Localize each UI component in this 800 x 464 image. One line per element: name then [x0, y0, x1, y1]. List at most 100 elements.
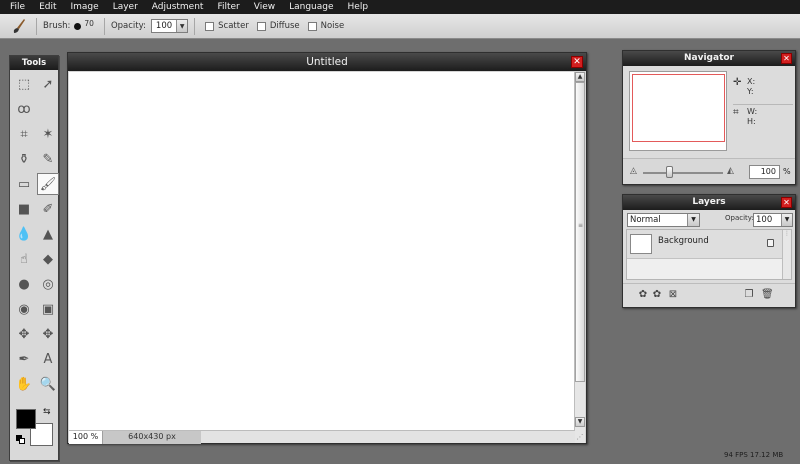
navigator-divider — [733, 104, 793, 105]
blend-mode-value[interactable]: Normal — [628, 215, 661, 225]
red-eye-icon[interactable]: ◉ — [13, 298, 35, 320]
move-tool-icon[interactable]: ➚ — [37, 73, 59, 95]
current-tool-brush-icon[interactable] — [8, 17, 30, 35]
zoom-slider-track[interactable] — [643, 172, 723, 174]
noise-label: Noise — [320, 21, 345, 31]
menu-help[interactable]: Help — [341, 0, 376, 14]
lock-icon — [767, 239, 774, 247]
new-layer-icon[interactable]: ❐ — [743, 289, 755, 301]
rectangle-shape-icon[interactable]: ■ — [13, 198, 35, 220]
navigator-thumbnail[interactable] — [629, 71, 727, 151]
brush-size-value: 70 — [84, 18, 94, 28]
smudge-icon[interactable]: ☝ — [13, 248, 35, 270]
menu-image[interactable]: Image — [64, 0, 106, 14]
menu-view[interactable]: View — [247, 0, 282, 14]
navigator-title: Navigator — [684, 53, 734, 63]
scatter-checkbox[interactable]: Scatter — [205, 21, 249, 31]
layer-styles-icon[interactable]: ✿ — [637, 289, 649, 301]
blur-drop-icon[interactable]: 💧 — [13, 223, 35, 245]
chevron-down-icon[interactable]: ▼ — [687, 214, 699, 226]
opacity-dropdown[interactable]: 100 ▼ — [150, 19, 189, 33]
layers-title: Layers — [692, 197, 726, 207]
layers-title-bar[interactable]: Layers ✕ — [623, 195, 795, 210]
menu-bar: File Edit Image Layer Adjustment Filter … — [0, 0, 800, 14]
navigator-viewport-frame[interactable] — [632, 74, 725, 142]
layers-footer: ✿ ✿ ⊠ ❐ 🗑 — [623, 283, 795, 307]
crop-icon[interactable]: ⌗ — [13, 123, 35, 145]
scrollbar-thumb[interactable] — [575, 82, 585, 382]
checkbox-box[interactable] — [256, 21, 266, 31]
close-layers-button[interactable]: ✕ — [781, 197, 792, 208]
trash-icon[interactable]: 🗑 — [761, 289, 774, 301]
layer-mask-icon[interactable]: ✿ — [651, 289, 663, 301]
brush-preset-picker[interactable] — [74, 22, 82, 30]
sharpen-icon[interactable]: ▲ — [37, 223, 59, 245]
color-picker-icon[interactable]: ✒ — [13, 348, 35, 370]
zoom-slider-thumb[interactable] — [666, 166, 673, 178]
zoom-input[interactable]: 100 — [749, 165, 780, 179]
zoom-out-mountain-icon[interactable]: ◬ — [630, 166, 637, 176]
document-zoom-field[interactable]: 100 % — [69, 430, 103, 444]
bloat-icon[interactable]: ✥ — [37, 323, 59, 345]
close-navigator-button[interactable]: ✕ — [781, 53, 792, 64]
scatter-label: Scatter — [218, 21, 249, 31]
crosshair-icon: ✛ — [733, 77, 742, 88]
adjustment-layer-icon[interactable]: ⊠ — [667, 289, 679, 301]
scroll-down-icon[interactable]: ▼ — [575, 417, 585, 427]
toolbar-divider — [103, 17, 105, 35]
clone-stamp-icon[interactable]: ⚱ — [13, 148, 35, 170]
resize-grip-icon[interactable]: ⋰ — [575, 432, 585, 442]
chevron-down-icon[interactable]: ▼ — [781, 214, 792, 226]
foreground-color-swatch[interactable] — [16, 409, 36, 429]
menu-adjustment[interactable]: Adjustment — [145, 0, 211, 14]
diffuse-checkbox[interactable]: Diffuse — [256, 21, 300, 31]
menu-file[interactable]: File — [0, 0, 32, 14]
close-document-button[interactable]: ✕ — [571, 56, 583, 68]
document-title-bar[interactable]: Untitled ✕ — [68, 53, 586, 71]
sponge-icon[interactable]: ◆ — [37, 248, 59, 270]
blend-mode-dropdown[interactable]: Normal ▼ — [627, 213, 700, 227]
marquee-select-icon[interactable]: ⬚ — [13, 73, 35, 95]
pencil-icon[interactable]: ✎ — [37, 148, 59, 170]
layer-row[interactable]: Background — [627, 230, 782, 259]
menu-filter[interactable]: Filter — [210, 0, 246, 14]
burn-icon[interactable]: ● — [13, 273, 35, 295]
spot-heal-icon[interactable]: ✥ — [13, 323, 35, 345]
dodge-icon[interactable]: ◎ — [37, 273, 59, 295]
lasso-icon[interactable]: ꝏ — [13, 98, 35, 120]
swap-colors-icon[interactable]: ⇆ — [43, 407, 51, 417]
navigator-zoom-bar: ◬ ◭ 100 % — [623, 158, 795, 184]
magic-wand-icon[interactable]: ✶ — [37, 123, 59, 145]
menu-layer[interactable]: Layer — [106, 0, 145, 14]
brush-icon[interactable]: 🖌 — [37, 173, 59, 195]
checkbox-box[interactable] — [307, 21, 317, 31]
eraser-icon[interactable]: ▭ — [13, 173, 35, 195]
layer-opacity-value[interactable]: 100 — [754, 215, 772, 225]
layer-thumbnail[interactable] — [630, 234, 652, 254]
color-swatches: ⇆ — [13, 406, 57, 450]
layer-opacity-label: Opacity: — [725, 214, 754, 222]
blank-tool — [37, 98, 59, 120]
scroll-up-icon[interactable]: ▲ — [575, 72, 585, 82]
text-tool-icon[interactable]: A — [37, 348, 59, 370]
layer-opacity-dropdown[interactable]: 100 ▼ — [753, 213, 793, 227]
hand-tool-icon[interactable]: ✋ — [13, 373, 35, 395]
chevron-down-icon[interactable]: ▼ — [176, 20, 188, 32]
image-canvas[interactable] — [69, 72, 575, 430]
tool-options-bar: Brush: 70 Opacity: 100 ▼ Scatter Diffuse… — [0, 14, 800, 39]
vertical-scrollbar[interactable]: ▲ ≡ ▼ — [574, 72, 585, 443]
color-replace-icon[interactable]: ✐ — [37, 198, 59, 220]
noise-checkbox[interactable]: Noise — [307, 21, 345, 31]
performance-readout: 94 FPS 17.12 MB — [724, 451, 784, 459]
zoom-tool-icon[interactable]: 🔍 — [37, 373, 59, 395]
checkbox-box[interactable] — [205, 21, 215, 31]
menu-edit[interactable]: Edit — [32, 0, 63, 14]
menu-language[interactable]: Language — [282, 0, 340, 14]
gradient-icon[interactable]: ▣ — [37, 298, 59, 320]
opacity-value[interactable]: 100 — [152, 20, 176, 32]
navigator-title-bar[interactable]: Navigator ✕ — [623, 51, 795, 66]
layer-list-scrollbar[interactable]: ⋮ — [782, 230, 791, 279]
reset-colors-icon[interactable] — [16, 435, 25, 444]
zoom-in-mountain-icon[interactable]: ◭ — [727, 166, 734, 176]
layer-name[interactable]: Background — [658, 236, 709, 246]
